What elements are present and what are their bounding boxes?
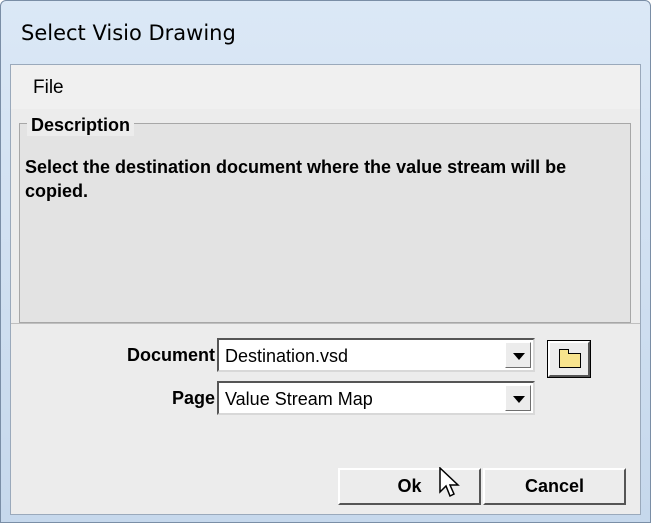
document-dropdown-button[interactable] bbox=[505, 342, 531, 368]
document-value: Destination.vsd bbox=[225, 346, 349, 366]
description-label: Description bbox=[27, 115, 135, 136]
separator bbox=[11, 323, 640, 324]
chevron-down-icon bbox=[513, 353, 525, 360]
page-dropdown-button[interactable] bbox=[505, 385, 531, 411]
document-label: Document bbox=[126, 345, 215, 365]
window-title: Select Visio Drawing bbox=[21, 21, 236, 45]
page-value: Value Stream Map bbox=[225, 389, 373, 409]
cancel-button[interactable]: Cancel bbox=[483, 468, 626, 505]
browse-button[interactable] bbox=[547, 340, 591, 378]
menu-bar: File bbox=[11, 65, 640, 109]
document-combobox[interactable]: Destination.vsd bbox=[217, 338, 535, 372]
dialog-client-area: File Description Select the destination … bbox=[10, 64, 641, 515]
mouse-pointer-icon bbox=[439, 467, 460, 498]
description-text: Select the destination document where th… bbox=[25, 157, 567, 201]
folder-open-icon bbox=[559, 349, 581, 368]
menu-file[interactable]: File bbox=[29, 77, 68, 99]
dialog-window: Select Visio Drawing File Description Se… bbox=[0, 0, 651, 523]
page-combobox[interactable]: Value Stream Map bbox=[217, 381, 535, 415]
description-group bbox=[19, 123, 631, 323]
page-label: Page bbox=[171, 388, 215, 408]
chevron-down-icon bbox=[513, 396, 525, 403]
title-bar[interactable]: Select Visio Drawing bbox=[1, 1, 650, 63]
